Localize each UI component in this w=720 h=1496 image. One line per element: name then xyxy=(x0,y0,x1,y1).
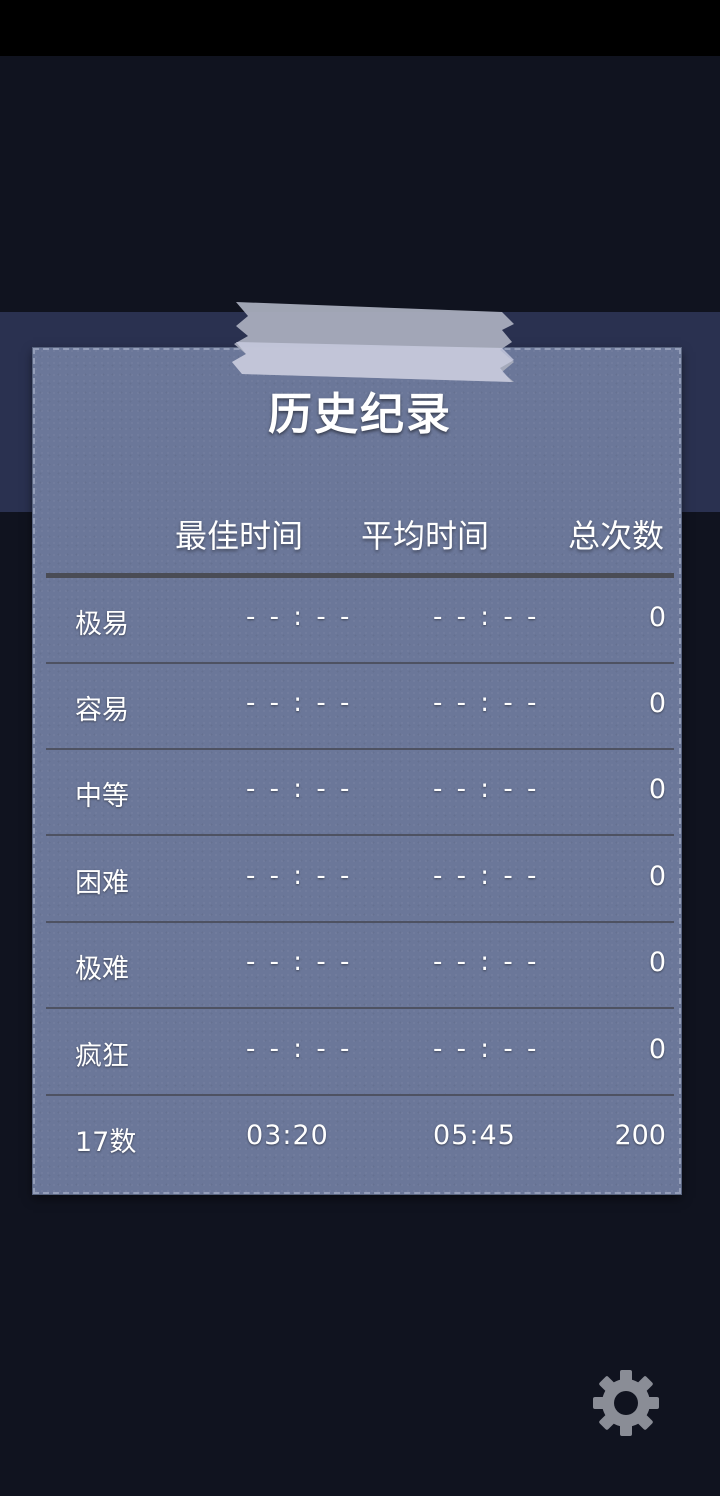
average-time: - - : - - xyxy=(433,774,540,804)
total-count: 0 xyxy=(648,861,666,892)
table-row: 中等 - - : - - - - : - - 0 xyxy=(46,750,674,836)
total-count: 0 xyxy=(648,1034,666,1065)
average-time: - - : - - xyxy=(433,602,540,632)
difficulty-label: 中等 xyxy=(75,781,129,812)
average-time: - - : - - xyxy=(433,1034,540,1064)
column-header-average-time: 平均时间 xyxy=(361,517,490,555)
table-row: 疯狂 - - : - - - - : - - 0 xyxy=(46,1010,674,1096)
row-divider xyxy=(46,1007,674,1009)
page-title: 历史纪录 xyxy=(268,389,452,440)
best-time: - - : - - xyxy=(246,774,353,804)
difficulty-label: 疯狂 xyxy=(75,1041,129,1072)
best-time: - - : - - xyxy=(246,688,353,718)
difficulty-label: 容易 xyxy=(75,695,129,726)
best-time: - - : - - xyxy=(246,947,353,977)
column-header-total-count: 总次数 xyxy=(567,517,664,555)
best-time: - - : - - xyxy=(246,861,353,891)
table-row: 极易 - - : - - - - : - - 0 xyxy=(46,578,674,664)
summary-total-count: 200 xyxy=(614,1120,666,1151)
summary-row: 17数 03:20 05:45 200 xyxy=(46,1096,674,1182)
total-count: 0 xyxy=(648,688,666,719)
best-time: - - : - - xyxy=(246,602,353,632)
average-time: - - : - - xyxy=(433,688,540,718)
total-count: 0 xyxy=(648,774,666,805)
tape-decoration xyxy=(232,302,514,382)
total-count: 0 xyxy=(648,602,666,633)
table-row: 容易 - - : - - - - : - - 0 xyxy=(46,664,674,750)
table-row: 极难 - - : - - - - : - - 0 xyxy=(46,923,674,1009)
summary-label: 17数 xyxy=(75,1127,137,1158)
summary-best-time: 03:20 xyxy=(246,1120,329,1151)
total-count: 0 xyxy=(648,947,666,978)
gear-icon xyxy=(593,1370,659,1436)
difficulty-label: 极易 xyxy=(75,609,129,640)
average-time: - - : - - xyxy=(433,947,540,977)
difficulty-label: 极难 xyxy=(75,954,129,985)
settings-button[interactable] xyxy=(592,1369,660,1437)
row-divider xyxy=(46,834,674,836)
difficulty-label: 困难 xyxy=(75,868,129,899)
status-bar xyxy=(0,0,720,56)
summary-average-time: 05:45 xyxy=(433,1120,516,1151)
table-row: 困难 - - : - - - - : - - 0 xyxy=(46,837,674,923)
best-time: - - : - - xyxy=(246,1034,353,1064)
average-time: - - : - - xyxy=(433,861,540,891)
column-header-best-time: 最佳时间 xyxy=(175,517,304,555)
